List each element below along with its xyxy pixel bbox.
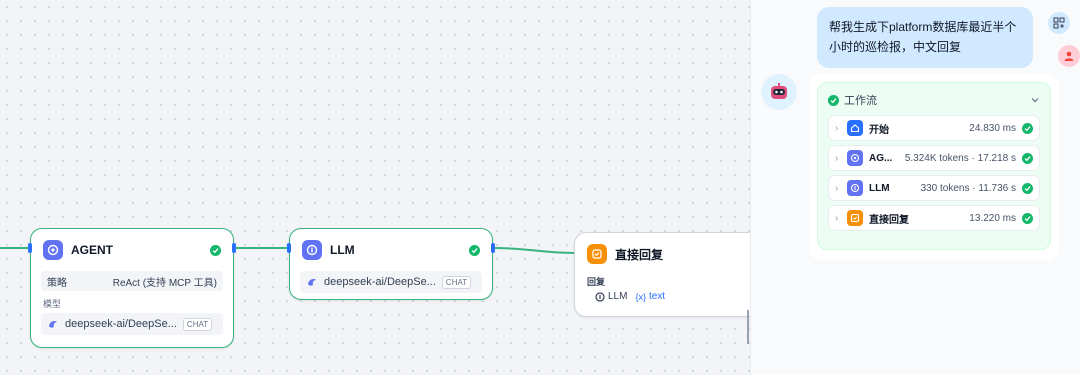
workflow-panel: 工作流 › 开始 24.830 ms › AG... 5.324K tokens… bbox=[817, 82, 1051, 250]
chevron-right-icon: › bbox=[835, 212, 839, 224]
apps-icon[interactable] bbox=[1048, 12, 1070, 34]
strategy-label: 策略 bbox=[47, 277, 67, 289]
chevron-right-icon: › bbox=[835, 122, 839, 134]
llm-input-port[interactable] bbox=[287, 243, 291, 253]
chat-panel: 帮我生成下platform数据库最近半个小时的巡检报，中文回复 工作流 › 开始… bbox=[750, 0, 1080, 375]
step-meta: 330 tokens · 11.736 s bbox=[920, 182, 1016, 194]
chevron-down-icon[interactable] bbox=[1030, 95, 1040, 105]
step-name: AG... bbox=[869, 152, 893, 164]
agent-output-port[interactable] bbox=[232, 243, 236, 253]
success-check-icon bbox=[1022, 212, 1033, 224]
reply-icon bbox=[587, 244, 607, 264]
reply-icon bbox=[847, 210, 863, 226]
agent-icon bbox=[43, 240, 63, 260]
variable-icon: {x} bbox=[635, 291, 646, 302]
agent-icon bbox=[847, 150, 863, 166]
canvas-divider bbox=[747, 310, 749, 344]
success-check-icon bbox=[1022, 182, 1033, 194]
step-meta: 24.830 ms bbox=[969, 122, 1016, 134]
step-name: 直接回复 bbox=[869, 214, 909, 226]
model-label: 模型 bbox=[43, 299, 62, 309]
reply-variable[interactable]: LLM {x} text bbox=[595, 291, 765, 302]
agent-node-title: AGENT bbox=[71, 243, 113, 257]
workflow-step-llm[interactable]: › LLM 330 tokens · 11.736 s bbox=[828, 175, 1040, 201]
success-check-icon bbox=[469, 244, 480, 256]
deepseek-icon bbox=[49, 321, 57, 328]
reply-var-name: text bbox=[648, 291, 666, 302]
bot-answer: 工作流 › 开始 24.830 ms › AG... 5.324K tokens… bbox=[809, 74, 1059, 260]
success-check-icon bbox=[210, 244, 221, 256]
reply-var-node: LLM bbox=[608, 291, 628, 302]
workflow-step-reply[interactable]: › 直接回复 13.220 ms bbox=[828, 205, 1040, 231]
workflow-step-agent[interactable]: › AG... 5.324K tokens · 17.218 s bbox=[828, 145, 1040, 171]
workflow-canvas[interactable]: AGENT 策略 ReAct (支持 MCP 工具) 模型 deepseek-a… bbox=[0, 0, 778, 375]
bot-avatar bbox=[761, 74, 797, 110]
success-check-icon bbox=[1022, 122, 1033, 134]
llm-model-selector[interactable]: deepseek-ai/DeepSe... CHAT bbox=[300, 271, 482, 293]
llm-node[interactable]: LLM deepseek-ai/DeepSe... CHAT bbox=[289, 228, 493, 300]
llm-icon bbox=[847, 180, 863, 196]
llm-icon bbox=[302, 240, 322, 260]
workflow-header[interactable]: 工作流 bbox=[828, 89, 1040, 111]
step-meta: 13.220 ms bbox=[969, 212, 1016, 224]
agent-model-tag: CHAT bbox=[182, 317, 213, 331]
reply-node[interactable]: 直接回复 回复 LLM {x} text bbox=[574, 232, 778, 317]
agent-model-selector[interactable]: deepseek-ai/DeepSe... CHAT bbox=[41, 313, 223, 335]
step-name: 开始 bbox=[869, 124, 889, 136]
reply-node-title: 直接回复 bbox=[615, 247, 664, 262]
agent-strategy-row: 策略 ReAct (支持 MCP 工具) bbox=[41, 271, 223, 291]
edge-llm-reply bbox=[492, 247, 576, 254]
step-name: LLM bbox=[869, 182, 890, 194]
chevron-right-icon: › bbox=[835, 182, 839, 194]
llm-node-title: LLM bbox=[330, 243, 355, 257]
llm-model-tag: CHAT bbox=[441, 275, 472, 289]
workflow-title: 工作流 bbox=[844, 95, 877, 107]
robot-icon bbox=[771, 83, 787, 99]
reply-field-label: 回复 bbox=[587, 277, 606, 287]
chevron-right-icon: › bbox=[835, 152, 839, 164]
agent-node[interactable]: AGENT 策略 ReAct (支持 MCP 工具) 模型 deepseek-a… bbox=[30, 228, 234, 348]
llm-model-name: deepseek-ai/DeepSe... bbox=[324, 276, 436, 288]
deepseek-icon bbox=[308, 279, 316, 286]
agent-model-name: deepseek-ai/DeepSe... bbox=[65, 318, 177, 330]
user-avatar-icon[interactable] bbox=[1058, 45, 1080, 67]
home-icon bbox=[847, 120, 863, 136]
strategy-value: ReAct (支持 MCP 工具) bbox=[112, 277, 217, 289]
workflow-step-start[interactable]: › 开始 24.830 ms bbox=[828, 115, 1040, 141]
success-check-icon bbox=[1022, 152, 1033, 164]
success-check-icon bbox=[828, 94, 839, 106]
step-meta: 5.324K tokens · 17.218 s bbox=[904, 152, 1016, 164]
llm-output-port[interactable] bbox=[491, 243, 495, 253]
llm-ref-icon bbox=[595, 291, 605, 302]
user-message: 帮我生成下platform数据库最近半个小时的巡检报，中文回复 bbox=[817, 7, 1033, 68]
agent-input-port[interactable] bbox=[28, 243, 32, 253]
